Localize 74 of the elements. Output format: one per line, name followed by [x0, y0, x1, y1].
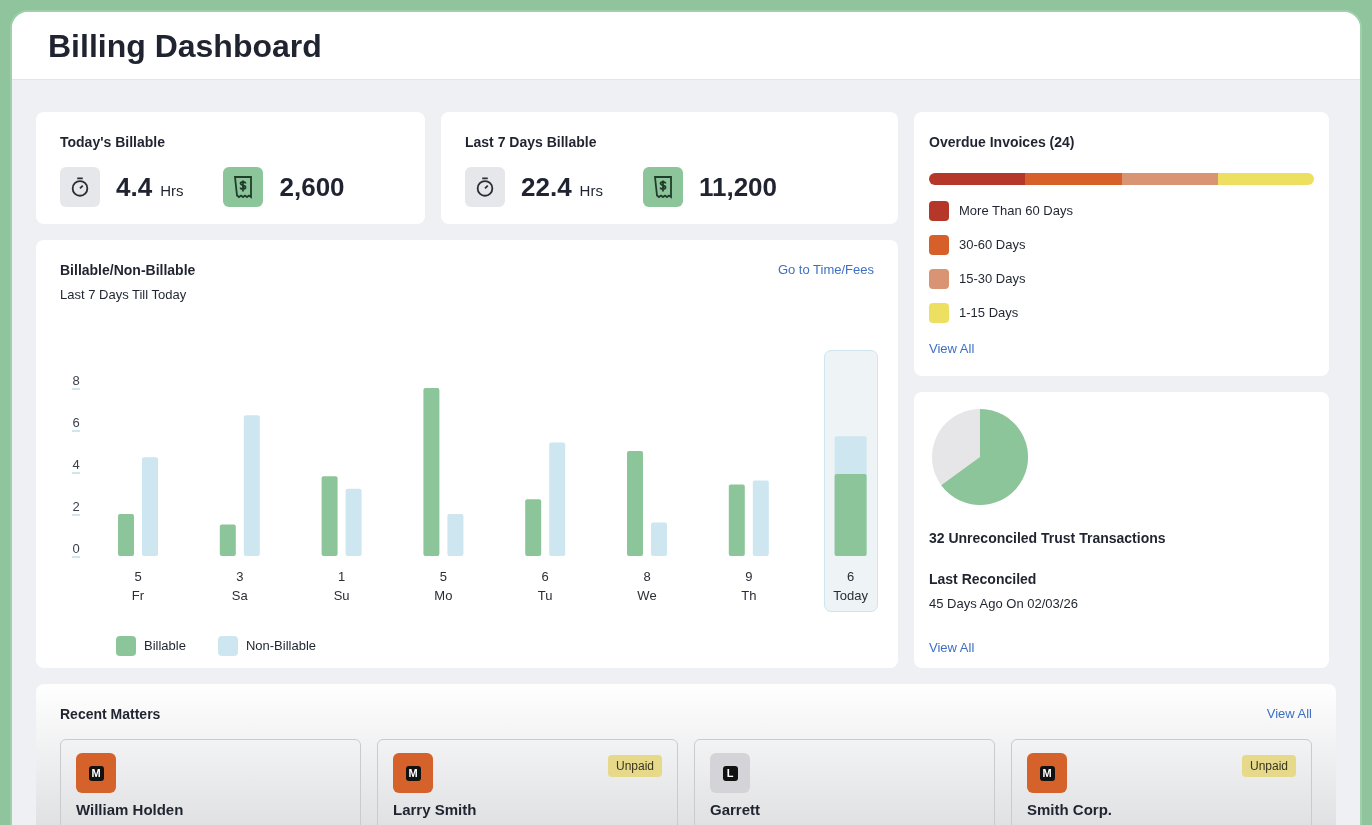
day-count: 6 [541, 568, 549, 584]
time-fees-link[interactable]: Go to Time/Fees [777, 260, 874, 280]
day-count: 3 [236, 568, 244, 584]
matter-name: Larry Smith [393, 801, 478, 819]
bar [525, 498, 542, 556]
legend-label: Billable [144, 636, 186, 655]
bar [447, 513, 464, 556]
axis-tick-label: 8 [72, 372, 80, 388]
day-label: We [637, 587, 657, 603]
view-all-link[interactable]: View All [1266, 704, 1312, 725]
day-label: Mo [434, 587, 453, 603]
legend-label: Non-Billable [245, 636, 316, 655]
page-title: Billing Dashboard [48, 26, 322, 66]
day-count: 5 [439, 568, 447, 584]
bar [219, 524, 236, 556]
matter-card[interactable]: L Garrett [694, 739, 995, 825]
legend-label: 30-60 Days [959, 236, 1026, 255]
bar [118, 513, 134, 556]
axis-tick-label: 0 [72, 540, 80, 556]
reconciled-label: Last Reconciled [929, 570, 1038, 589]
card-title: Overdue Invoices (24) [929, 133, 1076, 152]
hours-value: 4.4 [116, 170, 153, 204]
matter-name: William Holden [76, 801, 185, 819]
receipt-icon [223, 167, 264, 207]
matter-card[interactable]: M William Holden [60, 739, 361, 825]
amount-value: 2,600 [279, 170, 345, 204]
legend-label: More Than 60 Days [959, 202, 1073, 221]
day-count: 1 [338, 568, 346, 584]
matter-name: Garrett [710, 801, 762, 819]
trust-headline: 32 Unreconciled Trust Transactions [929, 529, 1167, 548]
legend-swatch [116, 635, 136, 656]
stopwatch-icon [465, 167, 505, 207]
hours-unit: Hrs [579, 180, 603, 201]
view-all-link[interactable]: View All [929, 339, 1314, 359]
bar [345, 488, 362, 556]
day-count: 8 [643, 568, 651, 584]
day-label: Sa [231, 587, 248, 603]
day-count: 5 [134, 568, 142, 584]
day-label: Tu [537, 587, 553, 603]
day-count: 6 [847, 568, 855, 584]
matter-name: Smith Corp. [1027, 801, 1113, 819]
matter-type-letter: M [88, 765, 104, 781]
status-tag: Unpaid [607, 755, 662, 777]
chart-title: Billable/Non-Billable [60, 261, 196, 280]
matter-type-letter: L [722, 765, 738, 781]
matter-type-letter: M [405, 765, 421, 781]
legend-label: 1-15 Days [959, 304, 1019, 323]
hours-unit: Hrs [160, 180, 184, 201]
legend-swatch [217, 635, 238, 656]
receipt-icon [642, 167, 683, 207]
card-title: Today's Billable [60, 133, 166, 152]
axis-tick-label: 4 [72, 456, 80, 472]
axis-tick-label: 6 [72, 414, 80, 430]
reconciled-date: 45 Days Ago On 02/03/26 [929, 595, 1079, 613]
view-all-link[interactable]: View All [929, 637, 1314, 657]
bar [728, 484, 745, 556]
status-tag: Unpaid [1241, 755, 1296, 777]
card-title: Last 7 Days Billable [465, 133, 598, 152]
day-label: Today [833, 587, 868, 603]
legend-label: 15-30 Days [959, 270, 1026, 289]
day-label: Th [741, 587, 757, 603]
stopwatch-icon [60, 167, 100, 207]
matter-card[interactable]: M Unpaid Smith Corp. [1011, 739, 1312, 825]
day-label: Su [333, 587, 350, 603]
hours-value: 22.4 [521, 170, 572, 204]
amount-value: 11,200 [698, 170, 778, 204]
axis-tick-label: 2 [72, 498, 80, 514]
day-count: 9 [745, 568, 753, 584]
day-label: Fr [131, 587, 145, 603]
section-title: Recent Matters [60, 705, 161, 724]
bar [651, 521, 667, 556]
chart-subtitle: Last 7 Days Till Today [60, 286, 188, 304]
matter-card[interactable]: M Unpaid Larry Smith [377, 739, 678, 825]
matter-type-letter: M [1039, 765, 1055, 781]
